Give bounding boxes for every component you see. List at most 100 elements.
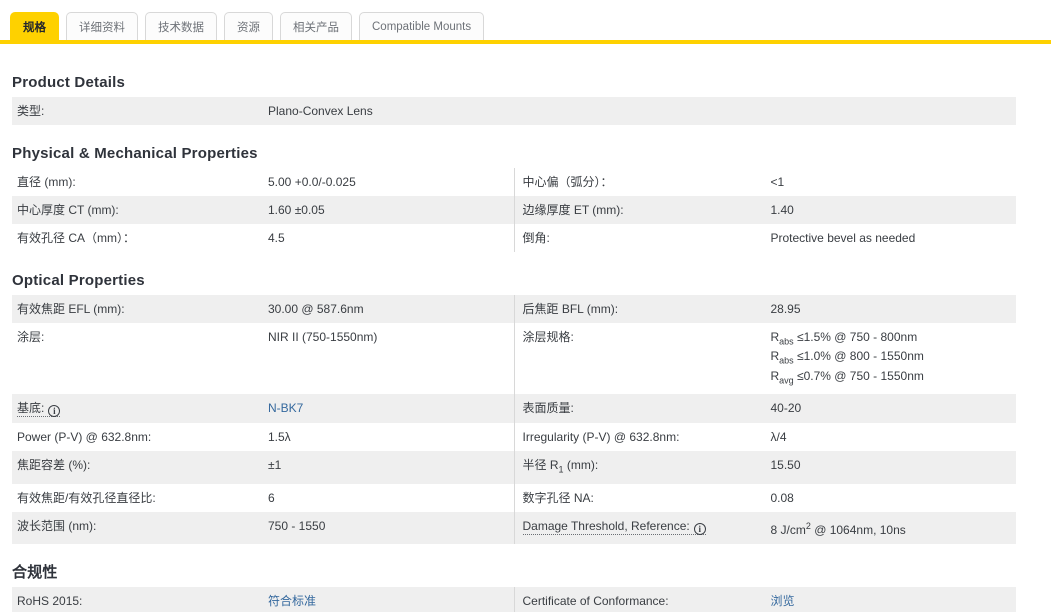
spec-label-text: 后焦距 BFL (mm): [522, 302, 619, 316]
spec-value: NIR II (750-1550nm) [268, 330, 378, 344]
spec-label: 涂层规格: [515, 330, 771, 345]
spec-label: 有效焦距/有效孔径直径比: [12, 491, 268, 506]
spec-label: 有效孔径 CA（mm）： [12, 231, 268, 246]
spec-cell: Power (P-V) @ 632.8nm: 1.5λ [12, 423, 514, 451]
spec-table: 直径 (mm): 5.00 +0.0/-0.025 中心偏（弧分）： <1 中心厚度 C… [12, 168, 1016, 252]
spec-cell: 涂层: NIR II (750-1550nm) [12, 323, 514, 394]
spec-label: 类型: [12, 104, 268, 119]
spec-cell: 倒角: Protective bevel as needed [513, 224, 1017, 252]
spec-value-link[interactable]: 符合标准 [268, 594, 316, 608]
spec-value: 0.08 [770, 490, 794, 505]
spec-value: 15.50 [770, 458, 801, 473]
section-title: Product Details [12, 74, 126, 91]
spec-label-text[interactable]: 基底: i [17, 401, 61, 418]
info-icon[interactable]: i [48, 405, 61, 418]
spec-cell: 直径 (mm): 5.00 +0.0/-0.025 [12, 168, 514, 196]
info-icon[interactable]: i [693, 522, 706, 535]
spec-table: RoHS 2015: 符合标准 Certificate of Conformance… [12, 586, 1017, 612]
tab-bar: 规格 详细资料 技术数据 资源 相关产品 Compatible Mounts [0, 0, 1051, 44]
spec-label-text: 直径 (mm): [17, 175, 76, 189]
spec-label-text: Certificate of Conformance: [522, 593, 669, 608]
spec-cell: 数字孔径 NA: 0.08 [513, 483, 1017, 512]
tab-tech-data[interactable]: 技术数据 [145, 12, 217, 40]
spec-cell: 类型: Plano-Convex Lens [12, 97, 1016, 125]
spec-label-text: 表面质量: [522, 401, 574, 416]
spec-cell: 半径 R1 (mm): 15.50 [513, 451, 1017, 484]
spec-table: 类型: Plano-Convex Lens [12, 97, 1016, 125]
spec-cell: 表面质量: 40-20 [513, 394, 1017, 424]
spec-label-text: 数字孔径 NA: [522, 490, 594, 505]
spec-label: Irregularity (P-V) @ 632.8nm: [515, 430, 771, 445]
spec-value: <1 [770, 175, 785, 189]
tab-related-products[interactable]: 相关产品 [280, 12, 352, 40]
spec-label-text: 中心偏（弧分）： [522, 175, 613, 189]
tab-specs[interactable]: 规格 [10, 12, 59, 40]
spec-value: 浏览 [771, 594, 1017, 609]
spec-label-text: 涂层规格: [522, 330, 574, 344]
spec-row: RoHS 2015: 符合标准 Certificate of Conformance… [12, 586, 1017, 612]
spec-label-text: 焦距容差 (%): [17, 458, 91, 473]
spec-label-text: Irregularity (P-V) @ 632.8nm: [522, 430, 680, 445]
accent-bar [0, 40, 1051, 44]
spec-value: 1.40 [770, 203, 794, 217]
spec-label: 波长范围 (nm): [12, 519, 268, 534]
tab-resources[interactable]: 资源 [224, 12, 273, 40]
spec-cell: 焦距容差 (%): ±1 [12, 451, 514, 483]
spec-row: 有效孔径 CA（mm）： 4.5 倒角: Protective bevel as ne… [12, 224, 1016, 252]
spec-value: 4.5 [268, 231, 285, 245]
spec-label-text[interactable]: Damage Threshold, Reference: i [522, 518, 706, 535]
spec-cell: 中心偏（弧分）： <1 [513, 168, 1017, 196]
spec-value: Plano-Convex Lens [268, 104, 373, 118]
spec-value: 30.00 @ 587.6nm [268, 302, 364, 316]
spec-row: 波长范围 (nm): 750 - 1550 Damage Threshold, Re… [12, 511, 1016, 544]
spec-row: 有效焦距 EFL (mm): 30.00 @ 587.6nm 后焦距 BFL (mm… [12, 295, 1016, 323]
spec-cell: 有效焦距 EFL (mm): 30.00 @ 587.6nm [12, 295, 514, 323]
spec-row: 中心厚度 CT (mm): 1.60 ±0.05 边缘厚度 ET (mm): 1.40 [12, 196, 1016, 224]
section-optical-properties: Optical Properties 有效焦距 EFL (mm): 30.00 @ … [12, 272, 1016, 544]
spec-value: 5.00 +0.0/-0.025 [268, 175, 356, 189]
spec-label: 焦距容差 (%): [12, 458, 268, 473]
section-title: Optical Properties [12, 272, 145, 289]
spec-label-text: 有效焦距/有效孔径直径比: [17, 490, 156, 505]
spec-cell: 有效孔径 CA（mm）： 4.5 [12, 224, 514, 252]
spec-label: 表面质量: [515, 401, 771, 416]
tab-list: 规格 详细资料 技术数据 资源 相关产品 Compatible Mounts [0, 12, 1051, 40]
spec-label: 有效焦距 EFL (mm): [12, 302, 268, 317]
spec-value: ±1 [268, 458, 282, 473]
spec-label: 倒角: [515, 231, 771, 246]
spec-row: 涂层: NIR II (750-1550nm) 涂层规格: Rabs ≤1.5% @ … [12, 323, 1016, 395]
spec-cell: 中心厚度 CT (mm): 1.60 ±0.05 [12, 196, 514, 224]
section-compliance: 合规性 RoHS 2015: 符合标准 Certificate of Conforma… [12, 564, 1016, 612]
spec-value-link[interactable]: 浏览 [771, 594, 795, 608]
section-physical-mechanical: Physical & Mechanical Properties 直径 (mm):… [12, 145, 1016, 252]
tab-compatible-mounts[interactable]: Compatible Mounts [359, 12, 485, 40]
spec-label-text: 有效孔径 CA（mm）： [17, 231, 135, 245]
spec-cell: 波长范围 (nm): 750 - 1550 [12, 512, 514, 544]
spec-value-link[interactable]: N-BK7 [268, 401, 303, 415]
spec-label: 半径 R1 (mm): [515, 458, 771, 477]
spec-cell: 边缘厚度 ET (mm): 1.40 [513, 196, 1017, 224]
spec-content: Product Details 类型: Plano-Convex Lens Physi… [12, 74, 1016, 612]
tab-details[interactable]: 详细资料 [66, 12, 138, 40]
spec-row: 类型: Plano-Convex Lens [12, 97, 1016, 125]
spec-value: 750 - 1550 [268, 518, 326, 533]
spec-label-text: 中心厚度 CT (mm): [17, 203, 119, 217]
spec-label: 基底: i [12, 401, 268, 418]
spec-value: 1.60 ±0.05 [268, 203, 325, 217]
spec-label: RoHS 2015: [12, 594, 268, 609]
spec-cell: Certificate of Conformance: 浏览 [513, 586, 1017, 612]
spec-label-text: 边缘厚度 ET (mm): [522, 203, 624, 217]
spec-row: 基底: i N-BK7 表面质量: 40-20 [12, 394, 1017, 424]
spec-cell: RoHS 2015: 符合标准 [12, 587, 514, 612]
spec-cell: Irregularity (P-V) @ 632.8nm: λ/4 [513, 423, 1017, 452]
spec-value: Rabs ≤1.5% @ 750 - 800nm Rabs ≤1.0% @ 800… [770, 330, 924, 386]
spec-label-text: 半径 R1 (mm): [522, 458, 599, 475]
spec-label: 中心厚度 CT (mm): [12, 203, 268, 218]
spec-cell: 后焦距 BFL (mm): 28.95 [513, 295, 1017, 323]
section-title: 合规性 [12, 563, 58, 581]
spec-value: 40-20 [770, 401, 802, 416]
spec-table: 有效焦距 EFL (mm): 30.00 @ 587.6nm 后焦距 BFL (mm… [12, 295, 1016, 544]
spec-value: 符合标准 [268, 594, 514, 609]
section-title: Physical & Mechanical Properties [12, 145, 258, 162]
spec-cell: 有效焦距/有效孔径直径比: 6 [12, 484, 514, 512]
